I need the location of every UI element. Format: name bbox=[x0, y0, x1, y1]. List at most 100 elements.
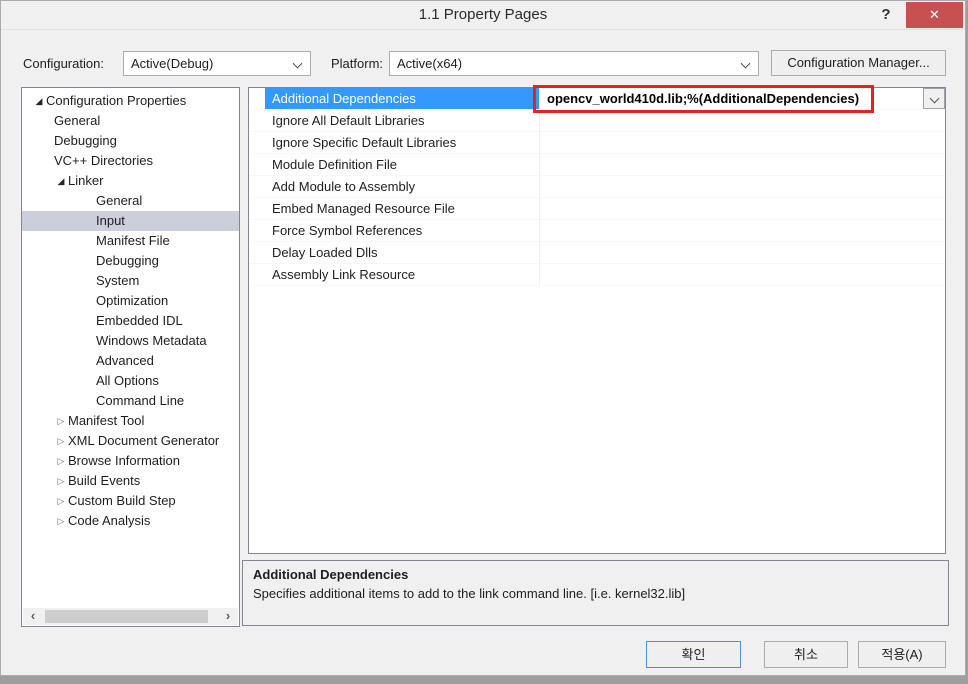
tree-item-label: Debugging bbox=[54, 131, 117, 151]
titlebar[interactable]: 1.1 Property Pages ? ✕ bbox=[1, 1, 965, 30]
tree-root: ◢Configuration PropertiesGeneralDebuggin… bbox=[22, 91, 239, 531]
tree-item-system[interactable]: System bbox=[22, 271, 239, 291]
tree-item-debugging[interactable]: Debugging bbox=[22, 131, 239, 151]
configuration-manager-button[interactable]: Configuration Manager... bbox=[771, 50, 946, 76]
property-name-cell: Ignore Specific Default Libraries bbox=[265, 132, 539, 153]
platform-label: Platform: bbox=[331, 51, 383, 76]
tree-item-browse-information[interactable]: ▷Browse Information bbox=[22, 451, 239, 471]
scroll-right-icon[interactable]: › bbox=[220, 608, 236, 625]
tree-collapsed-icon[interactable]: ▷ bbox=[54, 431, 68, 451]
tree-item-label: Linker bbox=[68, 171, 103, 191]
property-row-ignore-specific-default-libraries[interactable]: Ignore Specific Default Libraries bbox=[249, 132, 945, 154]
tree-item-input[interactable]: Input bbox=[22, 211, 239, 231]
tree-collapsed-icon[interactable]: ▷ bbox=[54, 451, 68, 471]
tree-item-label: Browse Information bbox=[68, 451, 180, 471]
property-value-cell[interactable] bbox=[539, 220, 945, 241]
chevron-down-icon bbox=[741, 59, 751, 69]
tree-expanded-icon[interactable]: ◢ bbox=[32, 91, 46, 111]
tree-item-label: All Options bbox=[96, 371, 159, 391]
property-value-cell[interactable] bbox=[539, 154, 945, 175]
property-row-module-definition-file[interactable]: Module Definition File bbox=[249, 154, 945, 176]
property-value-cell[interactable] bbox=[539, 198, 945, 219]
property-name-cell: Module Definition File bbox=[265, 154, 539, 175]
grid-root: Additional Dependenciesopencv_world410d.… bbox=[249, 88, 945, 286]
ok-button-label: 확인 bbox=[682, 642, 706, 667]
platform-dropdown-value: Active(x64) bbox=[397, 56, 462, 71]
tree-item-label: Advanced bbox=[96, 351, 154, 371]
desktop-area: 1.1 Property Pages ? ✕ Configuration: Ac… bbox=[0, 0, 968, 684]
tree-collapsed-icon[interactable]: ▷ bbox=[54, 471, 68, 491]
apply-button[interactable]: 적용(A) bbox=[858, 641, 946, 668]
value-dropdown-button[interactable] bbox=[923, 88, 945, 109]
dialog-title: 1.1 Property Pages bbox=[1, 1, 965, 29]
tree-item-linker[interactable]: ◢Linker bbox=[22, 171, 239, 191]
tree-collapsed-icon[interactable]: ▷ bbox=[54, 491, 68, 511]
tree-item-label: Windows Metadata bbox=[96, 331, 207, 351]
tree-item-optimization[interactable]: Optimization bbox=[22, 291, 239, 311]
configuration-dropdown-value: Active(Debug) bbox=[131, 56, 213, 71]
property-value-cell[interactable] bbox=[539, 132, 945, 153]
tree-item-manifest-file[interactable]: Manifest File bbox=[22, 231, 239, 251]
tree-item-all-options[interactable]: All Options bbox=[22, 371, 239, 391]
tree-item-build-events[interactable]: ▷Build Events bbox=[22, 471, 239, 491]
tree-item-windows-metadata[interactable]: Windows Metadata bbox=[22, 331, 239, 351]
property-row-force-symbol-references[interactable]: Force Symbol References bbox=[249, 220, 945, 242]
tree-item-label: VC++ Directories bbox=[54, 151, 153, 171]
tree-item-label: Input bbox=[96, 211, 125, 231]
property-row-add-module-to-assembly[interactable]: Add Module to Assembly bbox=[249, 176, 945, 198]
tree-item-general[interactable]: General bbox=[22, 111, 239, 131]
property-value-cell[interactable]: opencv_world410d.lib;%(AdditionalDepende… bbox=[539, 88, 945, 109]
property-name-cell: Assembly Link Resource bbox=[265, 264, 539, 285]
property-pages-dialog: 1.1 Property Pages ? ✕ Configuration: Ac… bbox=[0, 0, 966, 676]
tree-item-label: System bbox=[96, 271, 139, 291]
tree-item-label: Code Analysis bbox=[68, 511, 150, 531]
scroll-left-icon[interactable]: ‹ bbox=[25, 608, 41, 625]
property-name-cell: Ignore All Default Libraries bbox=[265, 110, 539, 131]
tree-horizontal-scrollbar[interactable]: ‹ › bbox=[23, 608, 238, 625]
property-value-cell[interactable] bbox=[539, 242, 945, 263]
tree-item-advanced[interactable]: Advanced bbox=[22, 351, 239, 371]
tree-item-configuration-properties[interactable]: ◢Configuration Properties bbox=[22, 91, 239, 111]
configuration-tree-panel: ◢Configuration PropertiesGeneralDebuggin… bbox=[21, 87, 240, 627]
property-row-assembly-link-resource[interactable]: Assembly Link Resource bbox=[249, 264, 945, 286]
close-icon[interactable]: ✕ bbox=[906, 2, 963, 28]
tree-item-vc-directories[interactable]: VC++ Directories bbox=[22, 151, 239, 171]
tree-item-embedded-idl[interactable]: Embedded IDL bbox=[22, 311, 239, 331]
property-name-cell: Add Module to Assembly bbox=[265, 176, 539, 197]
configuration-dropdown[interactable]: Active(Debug) bbox=[123, 51, 311, 76]
property-row-delay-loaded-dlls[interactable]: Delay Loaded Dlls bbox=[249, 242, 945, 264]
tree-item-label: Manifest File bbox=[96, 231, 170, 251]
scrollbar-thumb[interactable] bbox=[45, 610, 208, 623]
property-description-panel: Additional Dependencies Specifies additi… bbox=[242, 560, 949, 626]
tree-item-label: Embedded IDL bbox=[96, 311, 183, 331]
tree-item-xml-document-generator[interactable]: ▷XML Document Generator bbox=[22, 431, 239, 451]
tree-expanded-icon[interactable]: ◢ bbox=[54, 171, 68, 191]
property-row-embed-managed-resource-file[interactable]: Embed Managed Resource File bbox=[249, 198, 945, 220]
tree-collapsed-icon[interactable]: ▷ bbox=[54, 511, 68, 531]
tree-item-general[interactable]: General bbox=[22, 191, 239, 211]
help-icon[interactable]: ? bbox=[873, 1, 899, 28]
tree-item-debugging[interactable]: Debugging bbox=[22, 251, 239, 271]
property-value-cell[interactable] bbox=[539, 110, 945, 131]
tree-item-label: Custom Build Step bbox=[68, 491, 176, 511]
property-row-ignore-all-default-libraries[interactable]: Ignore All Default Libraries bbox=[249, 110, 945, 132]
tree-item-command-line[interactable]: Command Line bbox=[22, 391, 239, 411]
tree-item-custom-build-step[interactable]: ▷Custom Build Step bbox=[22, 491, 239, 511]
tree-item-label: Manifest Tool bbox=[68, 411, 144, 431]
property-value-cell[interactable] bbox=[539, 264, 945, 285]
tree-item-label: Build Events bbox=[68, 471, 140, 491]
platform-dropdown[interactable]: Active(x64) bbox=[389, 51, 759, 76]
tree-collapsed-icon[interactable]: ▷ bbox=[54, 411, 68, 431]
property-value-cell[interactable] bbox=[539, 176, 945, 197]
property-name-cell: Embed Managed Resource File bbox=[265, 198, 539, 219]
cancel-button[interactable]: 취소 bbox=[764, 641, 848, 668]
description-text: Specifies additional items to add to the… bbox=[253, 586, 938, 601]
cancel-button-label: 취소 bbox=[794, 642, 818, 667]
tree-item-manifest-tool[interactable]: ▷Manifest Tool bbox=[22, 411, 239, 431]
apply-button-label: 적용(A) bbox=[881, 642, 922, 667]
property-row-additional-dependencies[interactable]: Additional Dependenciesopencv_world410d.… bbox=[249, 88, 945, 110]
tree-item-label: Configuration Properties bbox=[46, 91, 186, 111]
property-name-cell: Force Symbol References bbox=[265, 220, 539, 241]
tree-item-code-analysis[interactable]: ▷Code Analysis bbox=[22, 511, 239, 531]
ok-button[interactable]: 확인 bbox=[646, 641, 741, 668]
